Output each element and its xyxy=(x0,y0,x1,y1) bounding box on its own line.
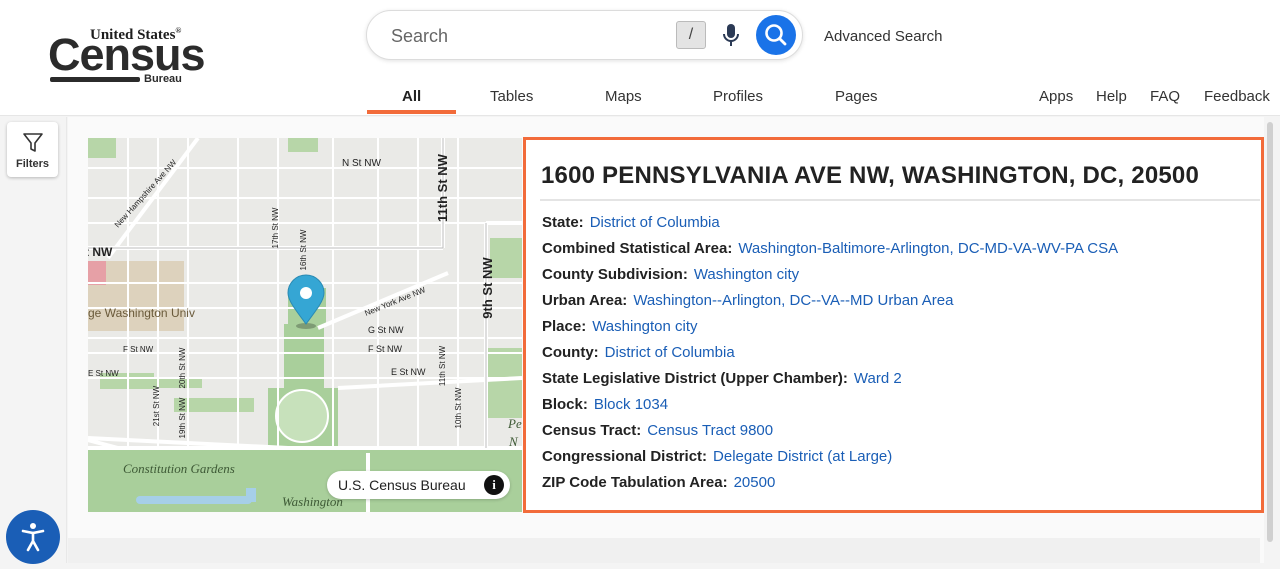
search-bar: / xyxy=(366,10,803,60)
map-label-19th-st: 19th St NW xyxy=(178,397,187,438)
left-rail xyxy=(0,117,67,563)
field-csa-link[interactable]: Washington-Baltimore-Arlington, DC-MD-VA… xyxy=(738,240,1118,257)
content-footer-band xyxy=(68,538,1260,563)
search-icon xyxy=(765,24,787,46)
search-button[interactable] xyxy=(756,15,796,55)
map-label-16th-st: 16th St NW xyxy=(299,229,308,270)
tab-pages[interactable]: Pages xyxy=(835,88,878,105)
field-county: County: District of Columbia xyxy=(542,344,735,361)
map-label-e-st-west: E St NW xyxy=(88,369,119,378)
result-address: 1600 PENNSYLVANIA AVE NW, WASHINGTON, DC… xyxy=(541,162,1200,189)
accessibility-icon xyxy=(21,523,45,552)
map-label-e-st-east: E St NW xyxy=(391,367,426,377)
address-divider xyxy=(540,199,1260,201)
field-state: State: District of Columbia xyxy=(542,214,720,231)
slash-shortcut-key: / xyxy=(676,21,706,49)
field-county-subdivision-link[interactable]: Washington city xyxy=(694,266,799,283)
active-tab-indicator xyxy=(367,110,456,114)
field-state-legislative-upper-link[interactable]: Ward 2 xyxy=(854,370,902,387)
attribution-text: U.S. Census Bureau xyxy=(338,477,466,493)
search-input[interactable] xyxy=(391,23,661,49)
map-label-17th-st: 17th St NW xyxy=(271,207,280,248)
field-csa: Combined Statistical Area: Washington-Bal… xyxy=(542,240,1119,257)
faq-link[interactable]: FAQ xyxy=(1150,88,1180,105)
page-scrollbar[interactable] xyxy=(1267,122,1273,542)
field-zcta: ZIP Code Tabulation Area: 20500 xyxy=(542,474,776,491)
map-label-pe: Pe xyxy=(507,416,522,431)
field-congressional-district: Congressional District: Delegate District… xyxy=(542,448,893,465)
tab-tables[interactable]: Tables xyxy=(490,88,533,105)
map-label-10th-st: 10th St NW xyxy=(454,387,463,428)
map-label-n: N xyxy=(508,434,519,449)
map-label-g-st: G St NW xyxy=(368,325,404,335)
field-congressional-district-link[interactable]: Delegate District (at Large) xyxy=(713,448,892,465)
census-logo[interactable]: United States® Census Bureau xyxy=(48,26,206,90)
map-label-21st-st: 21st St NW xyxy=(152,385,161,426)
map-label-11th-st-b: 11th St NW xyxy=(438,345,447,386)
filters-button[interactable]: Filters xyxy=(7,122,58,177)
filter-icon xyxy=(23,133,43,152)
map-label-gw-univ: ge Washington Univ xyxy=(88,306,195,320)
field-block: Block: Block 1034 xyxy=(542,396,669,413)
map-label-f-st-east: F St NW xyxy=(368,344,403,354)
map-label-t-nw: t NW xyxy=(88,245,113,259)
field-census-tract: Census Tract: Census Tract 9800 xyxy=(542,422,774,439)
location-map[interactable]: N St NW 11th St NW 9th St NW New Hampshi… xyxy=(88,138,522,512)
map-canvas: N St NW 11th St NW 9th St NW New Hampshi… xyxy=(88,138,522,512)
map-label-9th-st: 9th St NW xyxy=(480,257,495,319)
map-label-constitution-gardens: Constitution Gardens xyxy=(123,461,235,476)
field-place: Place: Washington city xyxy=(542,318,698,335)
advanced-search-link[interactable]: Advanced Search xyxy=(824,28,942,45)
accessibility-button[interactable] xyxy=(6,510,60,564)
field-urban-area-link[interactable]: Washington--Arlington, DC--VA--MD Urban … xyxy=(633,292,953,309)
feedback-link[interactable]: Feedback xyxy=(1204,88,1270,105)
field-county-subdivision: County Subdivision: Washington city xyxy=(542,266,800,283)
field-zcta-link[interactable]: 20500 xyxy=(734,474,776,491)
field-state-link[interactable]: District of Columbia xyxy=(590,214,720,231)
filters-label: Filters xyxy=(15,158,49,170)
map-label-20th-st: 20th St NW xyxy=(178,347,187,388)
map-label-n-st: N St NW xyxy=(342,158,381,169)
help-link[interactable]: Help xyxy=(1096,88,1127,105)
map-label-f-st-west: F St NW xyxy=(123,345,154,354)
map-label-11th-st-a: 11th St NW xyxy=(435,153,450,222)
site-header: United States® Census Bureau / Advanced … xyxy=(0,0,1280,116)
field-census-tract-link[interactable]: Census Tract 9800 xyxy=(647,422,773,439)
geography-result-panel: 1600 PENNSYLVANIA AVE NW, WASHINGTON, DC… xyxy=(523,137,1264,513)
apps-link[interactable]: Apps xyxy=(1039,88,1073,105)
microphone-icon[interactable] xyxy=(719,21,743,51)
logo-census: Census xyxy=(48,29,206,80)
logo-underline xyxy=(50,77,140,82)
field-place-link[interactable]: Washington city xyxy=(592,318,697,335)
tab-all[interactable]: All xyxy=(402,88,421,105)
map-attribution: U.S. Census Bureau i xyxy=(327,471,510,499)
tab-profiles[interactable]: Profiles xyxy=(713,88,763,105)
field-block-link[interactable]: Block 1034 xyxy=(594,396,668,413)
logo-bureau: Bureau xyxy=(144,73,182,85)
field-county-link[interactable]: District of Columbia xyxy=(605,344,735,361)
info-icon[interactable]: i xyxy=(484,475,504,495)
tab-maps[interactable]: Maps xyxy=(605,88,642,105)
field-urban-area: Urban Area: Washington--Arlington, DC--VA… xyxy=(542,292,954,309)
field-state-legislative-upper: State Legislative District (Upper Chambe… xyxy=(542,370,902,387)
